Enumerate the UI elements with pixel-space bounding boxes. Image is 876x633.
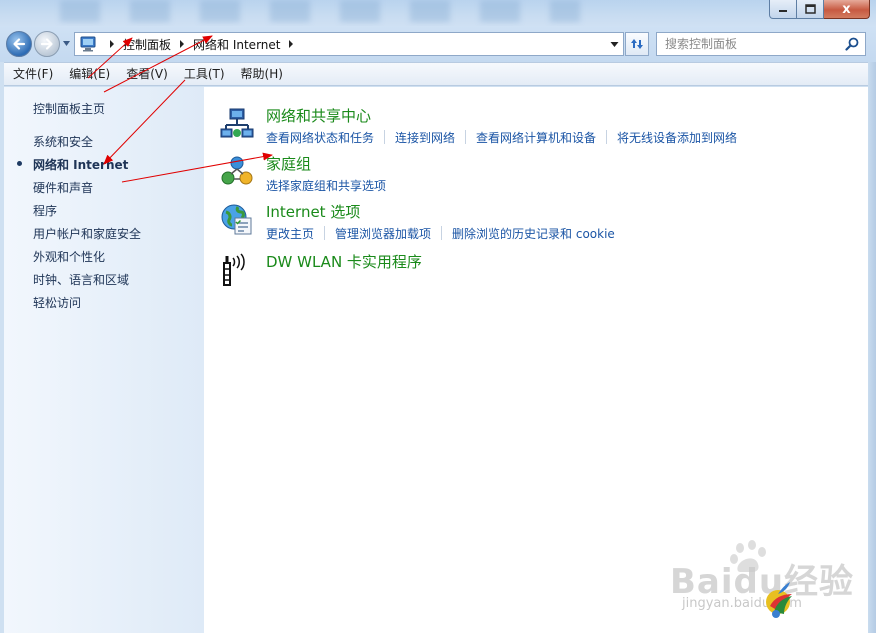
task-link[interactable]: 连接到网络	[395, 129, 455, 146]
network-sharing-icon[interactable]	[220, 107, 254, 141]
maximize-icon	[804, 4, 816, 14]
category-title[interactable]: 网络和共享中心	[266, 105, 371, 126]
back-arrow-icon	[13, 38, 26, 50]
wlan-antenna-icon[interactable]	[220, 253, 254, 287]
link-divider	[324, 226, 326, 240]
breadcrumb-network-internet[interactable]: 网络和 Internet	[193, 36, 280, 53]
jingyan-logo-icon	[766, 582, 792, 618]
task-link[interactable]: 选择家庭组和共享选项	[266, 177, 386, 194]
address-row: 控制面板 网络和 Internet	[0, 26, 876, 62]
close-button[interactable]: x	[824, 0, 870, 19]
minimize-button[interactable]	[769, 0, 797, 19]
task-link[interactable]: 将无线设备添加到网络	[617, 129, 737, 146]
sidebar-item-user-accounts[interactable]: 用户帐户和家庭安全	[33, 225, 141, 242]
sidebar-item-control-panel-home[interactable]: 控制面板主页	[33, 100, 105, 117]
control-panel-icon	[80, 36, 96, 52]
sidebar-item-appearance[interactable]: 外观和个性化	[33, 248, 105, 265]
close-icon: x	[842, 1, 851, 17]
recent-pages-dropdown-icon[interactable]	[62, 40, 71, 48]
sidebar-item-programs[interactable]: 程序	[33, 202, 57, 219]
link-divider	[465, 130, 467, 144]
breadcrumb-separator-icon[interactable]	[107, 39, 117, 49]
blurred-background	[60, 0, 580, 22]
forward-arrow-icon	[40, 38, 53, 50]
category-title[interactable]: 家庭组	[266, 153, 311, 174]
breadcrumb-control-panel[interactable]: 控制面板	[123, 36, 171, 53]
menu-tools[interactable]: 工具(T)	[176, 63, 233, 85]
task-link[interactable]: 更改主页	[266, 225, 314, 242]
maximize-button[interactable]	[797, 0, 824, 19]
sidebar-item-hardware-sound[interactable]: 硬件和声音	[33, 179, 93, 196]
sidebar-item-network-internet[interactable]: 网络和 Internet	[33, 156, 128, 173]
category-title[interactable]: DW WLAN 卡实用程序	[266, 251, 422, 272]
window-controls: x	[769, 0, 870, 19]
menu-help[interactable]: 帮助(H)	[233, 63, 291, 85]
sidebar: 控制面板主页 系统和安全 网络和 Internet 硬件和声音 程序 用户帐户和…	[4, 87, 204, 633]
link-divider	[441, 226, 443, 240]
menu-view[interactable]: 查看(V)	[118, 63, 176, 85]
sidebar-item-system-security[interactable]: 系统和安全	[33, 133, 93, 150]
internet-options-icon[interactable]	[220, 203, 254, 237]
watermark: Baidu经验 jingyan.baidu.com	[670, 540, 860, 630]
menu-file[interactable]: 文件(F)	[4, 63, 61, 85]
breadcrumb-separator-icon[interactable]	[286, 39, 296, 49]
category-links: 选择家庭组和共享选项	[266, 177, 386, 194]
link-divider	[384, 130, 386, 144]
task-link[interactable]: 查看网络计算机和设备	[476, 129, 596, 146]
active-bullet-icon	[17, 161, 22, 166]
forward-button[interactable]	[34, 31, 60, 57]
menu-bar: 文件(F) 编辑(E) 查看(V) 工具(T) 帮助(H)	[4, 62, 868, 86]
category-links: 更改主页 管理浏览器加载项 删除浏览的历史记录和 cookie	[266, 225, 615, 242]
link-divider	[606, 130, 608, 144]
refresh-button[interactable]	[625, 32, 649, 56]
back-button[interactable]	[6, 31, 32, 57]
window-frame-edge	[868, 62, 876, 633]
task-link[interactable]: 查看网络状态和任务	[266, 129, 374, 146]
sidebar-item-clock-language[interactable]: 时钟、语言和区域	[33, 271, 129, 288]
minimize-icon	[779, 10, 787, 12]
search-input[interactable]	[657, 33, 837, 55]
sidebar-item-ease-of-access[interactable]: 轻松访问	[33, 294, 81, 311]
homegroup-icon[interactable]	[220, 155, 254, 189]
task-link[interactable]: 删除浏览的历史记录和 cookie	[452, 225, 615, 242]
breadcrumb-separator-icon[interactable]	[177, 39, 187, 49]
title-bar: x	[0, 0, 876, 26]
address-bar[interactable]: 控制面板 网络和 Internet	[74, 32, 624, 56]
address-dropdown-icon[interactable]	[610, 41, 619, 48]
search-box[interactable]	[656, 32, 866, 56]
category-title[interactable]: Internet 选项	[266, 201, 360, 222]
menu-edit[interactable]: 编辑(E)	[61, 63, 118, 85]
search-icon[interactable]	[845, 37, 859, 51]
category-links: 查看网络状态和任务 连接到网络 查看网络计算机和设备 将无线设备添加到网络	[266, 129, 737, 146]
task-link[interactable]: 管理浏览器加载项	[335, 225, 431, 242]
refresh-icon	[631, 39, 643, 49]
